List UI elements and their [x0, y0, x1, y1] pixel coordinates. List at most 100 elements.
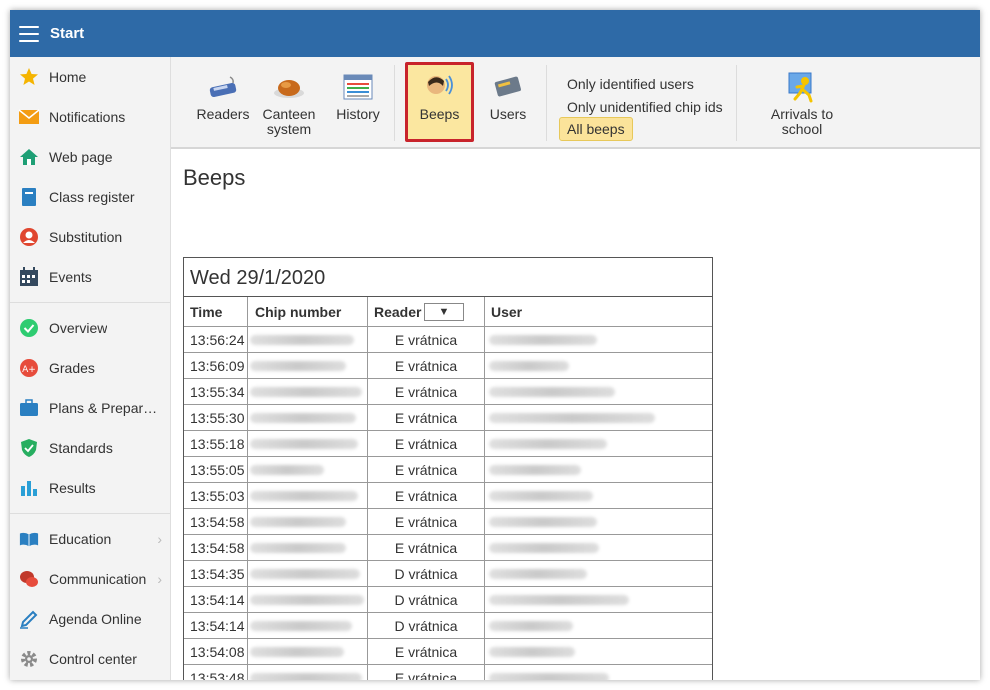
sidebar-item-substitution[interactable]: Substitution — [10, 217, 170, 257]
table-row[interactable]: 13:54:14 D vrátnica — [184, 587, 712, 613]
toolbar-divider — [394, 65, 395, 141]
filter-unidentified-chips[interactable]: Only unidentified chip ids — [567, 99, 723, 115]
cell-chip-number — [248, 509, 368, 534]
cell-user — [485, 457, 712, 482]
filter-all-beeps[interactable]: All beeps — [559, 117, 633, 141]
reader-filter-select[interactable]: ▼ — [424, 303, 464, 321]
table-row[interactable]: 13:56:09 E vrátnica — [184, 353, 712, 379]
reader-device-icon — [209, 76, 237, 98]
sidebar-divider — [10, 302, 170, 303]
cell-reader: E vrátnica — [368, 405, 485, 430]
table-row[interactable]: 13:54:08 E vrátnica — [184, 639, 712, 665]
sidebar-item-communication[interactable]: Communication › — [10, 559, 170, 599]
cell-user — [485, 379, 712, 404]
table-row[interactable]: 13:56:24 E vrátnica — [184, 327, 712, 353]
sidebar-item-notifications[interactable]: Notifications — [10, 97, 170, 137]
table-row[interactable]: 13:55:18 E vrátnica — [184, 431, 712, 457]
beeps-table: Wed 29/1/2020 Time Chip number Reader ▼ … — [183, 257, 713, 680]
cell-reader: E vrátnica — [368, 483, 485, 508]
sidebar-item-label: Grades — [49, 360, 95, 376]
table-row[interactable]: 13:54:35 D vrátnica — [184, 561, 712, 587]
sidebar-item-control-center[interactable]: Control center — [10, 639, 170, 679]
redacted-user — [489, 465, 581, 475]
sidebar-item-education[interactable]: Education › — [10, 519, 170, 559]
cell-reader: D vrátnica — [368, 561, 485, 586]
arrivals-to-school-button[interactable]: Arrivals to school — [749, 67, 855, 137]
redacted-user — [489, 439, 607, 449]
cell-user — [485, 405, 712, 430]
sidebar-item-label: Education — [49, 531, 112, 547]
sidebar-item-agenda-online[interactable]: Agenda Online — [10, 599, 170, 639]
cell-time: 13:55:30 — [184, 405, 248, 430]
column-header-user: User — [491, 304, 523, 320]
page-title: Beeps — [183, 165, 246, 190]
sidebar-item-results[interactable]: Results — [10, 468, 170, 508]
cell-time: 13:56:09 — [184, 353, 248, 378]
house-icon — [19, 147, 39, 167]
redacted-chip — [250, 361, 346, 371]
sidebar-item-class-register[interactable]: Class register — [10, 177, 170, 217]
cell-reader: D vrátnica — [368, 613, 485, 638]
users-button[interactable]: Users — [481, 67, 535, 122]
cell-chip-number — [248, 561, 368, 586]
canteen-system-button[interactable]: Canteen system — [261, 67, 317, 137]
table-row[interactable]: 13:55:30 E vrátnica — [184, 405, 712, 431]
check-circle-icon — [19, 318, 39, 338]
history-button[interactable]: History — [331, 67, 385, 122]
sidebar-item-web-page[interactable]: Web page — [10, 137, 170, 177]
beeps-button[interactable]: Beeps — [405, 62, 474, 142]
redacted-chip — [250, 595, 364, 605]
sidebar: Home Notifications Web page Class regist… — [10, 57, 171, 680]
beeps-label: Beeps — [419, 106, 460, 122]
canteen-label-line1: Canteen — [262, 106, 316, 122]
sidebar-item-grades[interactable]: A+ Grades — [10, 348, 170, 388]
running-person-icon — [788, 72, 813, 103]
table-row[interactable]: 13:55:34 E vrátnica — [184, 379, 712, 405]
app-title[interactable]: Start — [50, 25, 84, 42]
date-heading: Wed 29/1/2020 — [184, 258, 712, 297]
table-row[interactable]: 13:53:48 E vrátnica — [184, 665, 712, 680]
briefcase-icon — [19, 398, 39, 418]
table-row[interactable]: 13:54:58 E vrátnica — [184, 509, 712, 535]
chat-icon — [19, 569, 39, 589]
cell-time: 13:55:34 — [184, 379, 248, 404]
cell-reader: E vrátnica — [368, 639, 485, 664]
cell-user — [485, 613, 712, 638]
table-body: 13:56:24 E vrátnica 13:56:09 E vrátnica 13:5… — [184, 327, 712, 680]
cell-time: 13:54:35 — [184, 561, 248, 586]
filter-identified-users[interactable]: Only identified users — [567, 76, 694, 92]
book-icon — [19, 187, 39, 207]
menu-icon[interactable] — [19, 25, 39, 42]
cell-user — [485, 483, 712, 508]
cell-reader: E vrátnica — [368, 379, 485, 404]
sidebar-item-plans[interactable]: Plans & Prepar… — [10, 388, 170, 428]
sidebar-item-label: Communication — [49, 571, 147, 587]
column-header-time: Time — [184, 297, 248, 326]
cell-user — [485, 535, 712, 560]
history-label: History — [336, 106, 380, 122]
table-row[interactable]: 13:54:58 E vrátnica — [184, 535, 712, 561]
sidebar-item-label: Standards — [49, 440, 113, 456]
column-header-reader: Reader ▼ — [368, 297, 485, 326]
cell-reader: E vrátnica — [368, 457, 485, 482]
sidebar-item-label: Notifications — [49, 109, 126, 125]
cell-reader: E vrátnica — [368, 509, 485, 534]
table-row[interactable]: 13:55:03 E vrátnica — [184, 483, 712, 509]
cell-time: 13:53:48 — [184, 665, 248, 680]
redacted-user — [489, 569, 587, 579]
column-header-reader-label: Reader — [374, 304, 422, 320]
cell-user — [485, 561, 712, 586]
sidebar-item-label: Home — [49, 69, 87, 85]
cell-user — [485, 639, 712, 664]
toolbar-divider — [736, 65, 737, 141]
readers-button[interactable]: Readers — [193, 67, 253, 122]
cell-chip-number — [248, 353, 368, 378]
table-row[interactable]: 13:55:05 E vrátnica — [184, 457, 712, 483]
sidebar-item-home[interactable]: Home — [10, 57, 170, 97]
sidebar-item-overview[interactable]: Overview — [10, 308, 170, 348]
sidebar-item-standards[interactable]: Standards — [10, 428, 170, 468]
sidebar-item-events[interactable]: Events — [10, 257, 170, 297]
table-row[interactable]: 13:54:14 D vrátnica — [184, 613, 712, 639]
redacted-user — [489, 621, 573, 631]
chevron-right-icon: › — [157, 571, 162, 587]
